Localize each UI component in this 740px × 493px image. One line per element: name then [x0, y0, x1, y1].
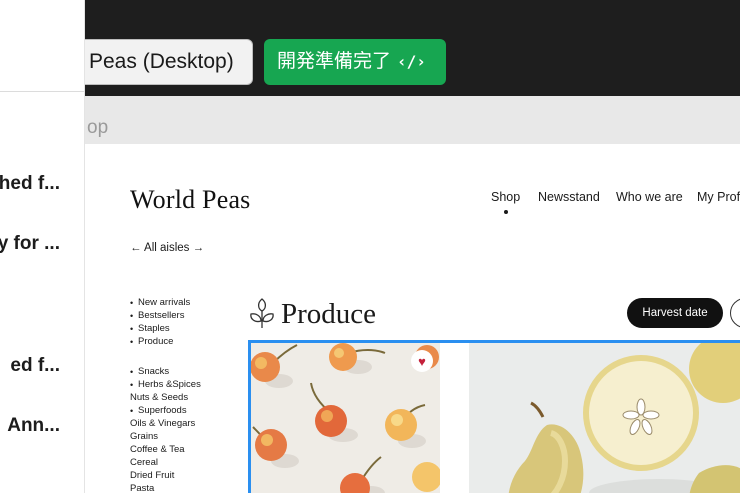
- category-item[interactable]: Snacks: [130, 366, 169, 378]
- category-item[interactable]: Dried Fruit: [130, 470, 174, 482]
- category-item[interactable]: Produce: [130, 336, 173, 348]
- active-nav-indicator: [504, 210, 508, 214]
- category-item[interactable]: Coffee & Tea: [130, 444, 185, 456]
- ready-for-dev-badge[interactable]: 開発準備完了 ‹/›: [264, 39, 446, 85]
- nav-shop[interactable]: Shop: [491, 190, 520, 204]
- layer-item[interactable]: hed f...: [0, 173, 60, 195]
- nav-newsstand[interactable]: Newsstand: [538, 190, 600, 204]
- site-logo[interactable]: World Peas: [130, 185, 251, 215]
- layers-panel: hed f... y for ... ed f... Ann...: [0, 0, 85, 493]
- layer-item[interactable]: ed f...: [10, 355, 60, 377]
- category-item[interactable]: Oils & Vinegars: [130, 418, 195, 430]
- status-badge-label: 開発準備完了: [277, 51, 392, 72]
- category-item[interactable]: Herbs &Spices: [130, 379, 201, 391]
- section-title: Produce: [281, 298, 377, 330]
- selection-outline: [248, 340, 740, 493]
- all-aisles-link[interactable]: ← All aisles →: [130, 242, 204, 254]
- frame-label[interactable]: op: [87, 118, 108, 138]
- category-item[interactable]: New arrivals: [130, 297, 190, 309]
- layers-panel-header: [0, 0, 84, 92]
- category-item[interactable]: Cereal: [130, 457, 158, 469]
- sprout-icon: [250, 298, 274, 328]
- category-item[interactable]: Superfoods: [130, 405, 187, 417]
- layer-item[interactable]: Ann...: [7, 415, 60, 437]
- layer-item[interactable]: y for ...: [0, 233, 60, 255]
- design-canvas[interactable]: World Peas Shop Newsstand Who we are My …: [85, 144, 740, 493]
- nav-who-we-are[interactable]: Who we are: [616, 190, 683, 204]
- category-item[interactable]: Nuts & Seeds: [130, 392, 188, 404]
- frame-header-strip: op: [85, 96, 740, 144]
- category-item[interactable]: Staples: [130, 323, 170, 335]
- category-item[interactable]: Bestsellers: [130, 310, 184, 322]
- code-icon: ‹/›: [397, 52, 426, 71]
- nav-my-profile[interactable]: My Profi: [697, 190, 740, 204]
- harvest-date-button[interactable]: Harvest date: [627, 298, 723, 328]
- category-item[interactable]: Pasta: [130, 483, 154, 493]
- file-name-tab[interactable]: Peas (Desktop): [85, 39, 253, 85]
- top-toolbar: Peas (Desktop) 開発準備完了 ‹/›: [85, 0, 740, 96]
- filter-button[interactable]: [730, 298, 740, 328]
- category-item[interactable]: Grains: [130, 431, 158, 443]
